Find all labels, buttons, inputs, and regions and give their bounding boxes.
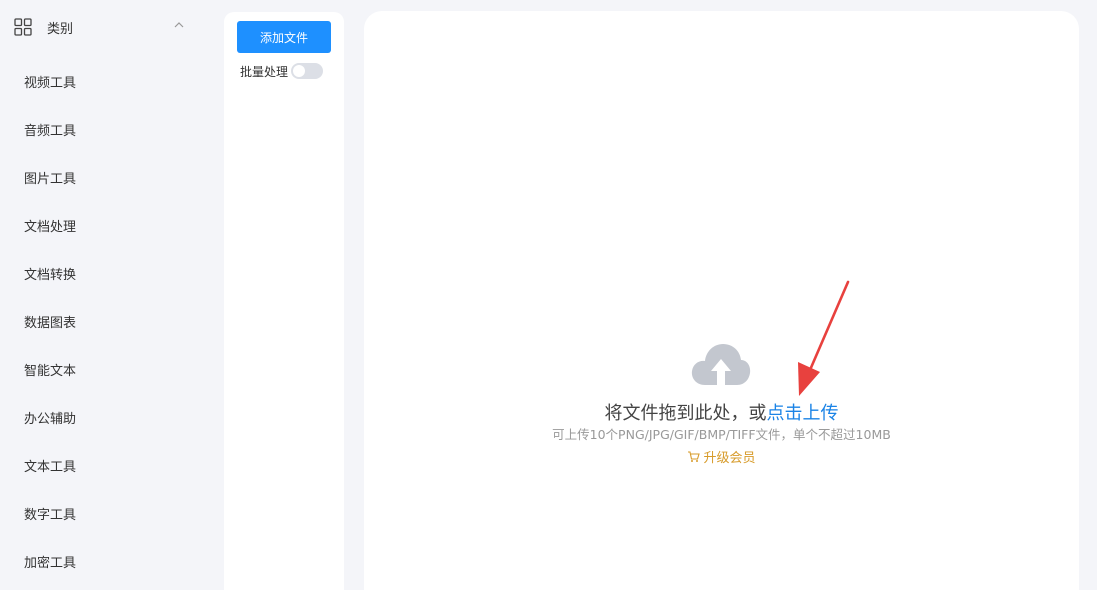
upload-drop-zone[interactable]: 将文件拖到此处，或点击上传 可上传10个PNG/JPG/GIF/BMP/TIFF… (364, 331, 1079, 471)
sidebar-item-audio-tools[interactable]: 音频工具 (0, 108, 224, 156)
sidebar-item-document-conversion[interactable]: 文档转换 (0, 252, 224, 300)
sidebar-item-text-tools[interactable]: 文本工具 (0, 444, 224, 492)
batch-process-label: 批量处理 (240, 64, 289, 79)
sidebar-item-office-assist[interactable]: 办公辅助 (0, 396, 224, 444)
main-content: 将文件拖到此处，或点击上传 可上传10个PNG/JPG/GIF/BMP/TIFF… (364, 11, 1079, 590)
category-title: 类别 (47, 21, 74, 37)
drop-instruction: 将文件拖到此处，或点击上传 (364, 399, 1079, 425)
toggle-knob (293, 65, 306, 77)
click-upload-link[interactable]: 点击上传 (767, 403, 839, 424)
sidebar-item-data-charts[interactable]: 数据图表 (0, 300, 224, 348)
sidebar-item-image-tools[interactable]: 图片工具 (0, 156, 224, 204)
upgrade-member-label: 升级会员 (703, 451, 756, 466)
grid-icon (14, 18, 32, 36)
app-window: 类别 视频工具 音频工具 图片工具 文档处理 文档转换 数据图表 智能文本 办公… (0, 0, 1097, 590)
cart-icon (688, 451, 701, 462)
sidebar-item-smart-text[interactable]: 智能文本 (0, 348, 224, 396)
add-file-button[interactable]: 添加文件 (237, 21, 331, 53)
category-list: 视频工具 音频工具 图片工具 文档处理 文档转换 数据图表 智能文本 办公辅助 … (0, 60, 224, 588)
batch-process-toggle[interactable] (291, 63, 324, 79)
upload-hint: 可上传10个PNG/JPG/GIF/BMP/TIFF文件，单个不超过10MB (552, 427, 891, 442)
sidebar-item-document-processing[interactable]: 文档处理 (0, 204, 224, 252)
batch-process-row: 批量处理 (240, 62, 336, 80)
drop-text: 将文件拖到此处，或 (604, 403, 767, 424)
tool-panel: 添加文件 批量处理 (224, 12, 344, 590)
cloud-upload-icon[interactable] (691, 341, 751, 387)
category-header[interactable]: 类别 (14, 16, 194, 38)
upgrade-member-link[interactable]: 升级会员 (364, 447, 1079, 466)
sidebar-item-encryption-tools[interactable]: 加密工具 (0, 540, 224, 588)
category-sidebar: 类别 视频工具 音频工具 图片工具 文档处理 文档转换 数据图表 智能文本 办公… (0, 0, 224, 590)
sidebar-item-number-tools[interactable]: 数字工具 (0, 492, 224, 540)
chevron-up-icon[interactable] (172, 18, 186, 32)
sidebar-item-video-tools[interactable]: 视频工具 (0, 60, 224, 108)
